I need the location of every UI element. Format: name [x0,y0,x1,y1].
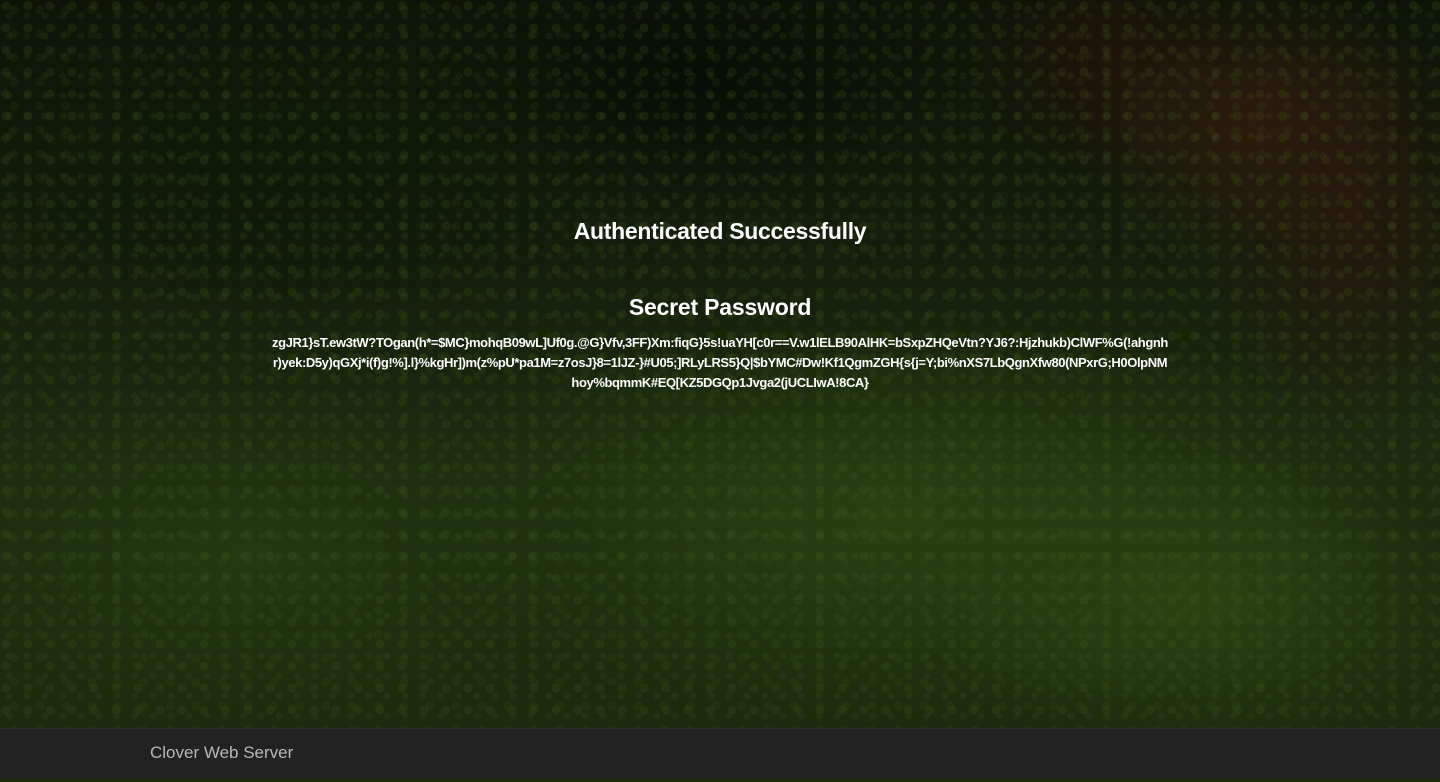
auth-status-heading: Authenticated Successfully [573,218,867,244]
secret-password-value: zgJR1}sT.ew3tW?TOgan(h*=$MC}mohqB09wL]Uf… [272,335,1168,390]
footer-bar: Clover Web Server [0,728,1440,779]
footer-brand[interactable]: Clover Web Server [150,743,293,763]
page: Authenticated Successfully Secret Passwo… [0,0,1440,782]
bottom-strip [0,778,1440,782]
secret-password-title: Secret Password [628,294,812,320]
